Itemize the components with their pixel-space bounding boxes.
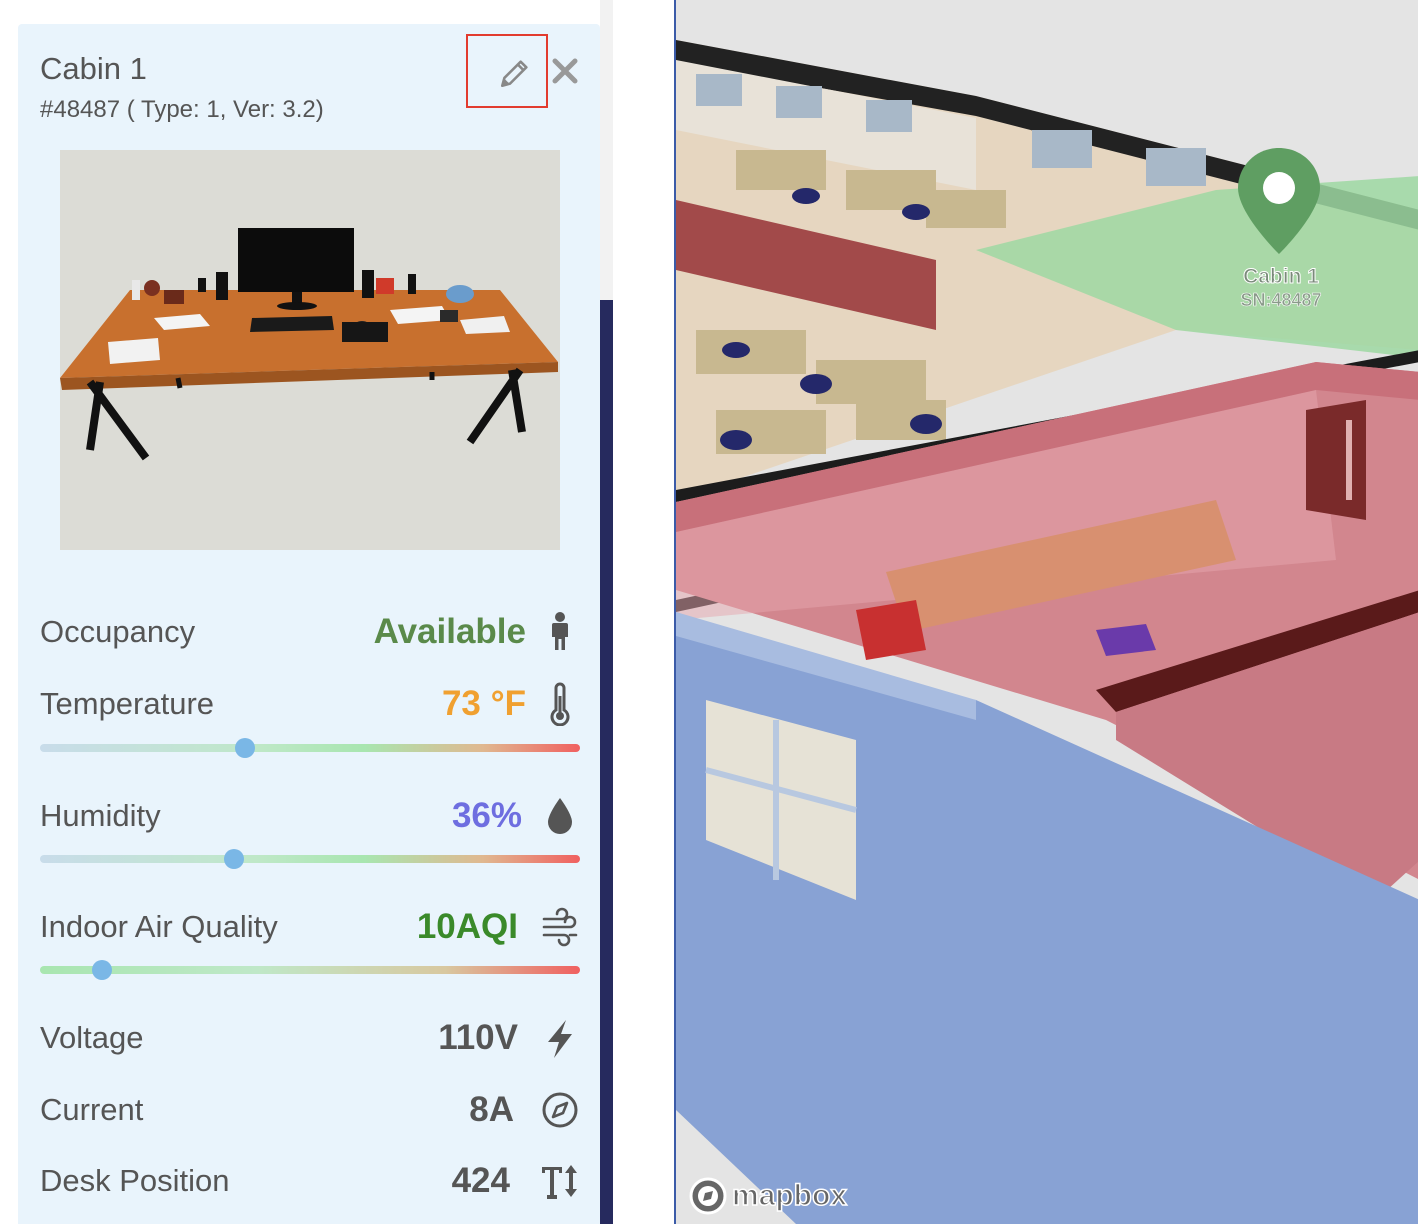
desk-position-row: Desk Position 424 — [40, 1161, 580, 1213]
humidity-slider-thumb[interactable] — [224, 849, 245, 869]
temperature-row: Temperature 73 °F — [40, 682, 580, 736]
compass-icon — [542, 1092, 578, 1128]
desk-position-value: 424 — [451, 1161, 510, 1200]
water-drop-icon — [548, 798, 572, 834]
thermometer-icon — [550, 682, 570, 726]
marker-serial: SN:48487 — [1240, 290, 1322, 311]
air-quality-slider[interactable] — [40, 960, 580, 980]
occupancy-row: Occupancy Available — [40, 612, 580, 664]
desk-position-label: Desk Position — [40, 1163, 230, 1198]
air-quality-slider-thumb[interactable] — [92, 960, 113, 980]
map-pin-icon — [1238, 148, 1320, 254]
marker-label: Cabin 1 — [1243, 265, 1320, 288]
lightning-icon — [548, 1020, 572, 1058]
scrollbar[interactable] — [600, 300, 613, 1224]
wind-icon — [542, 907, 578, 947]
temperature-label: Temperature — [40, 686, 215, 721]
mapbox-logo[interactable]: mapbox — [688, 1176, 848, 1216]
close-button[interactable] — [550, 56, 580, 86]
air-quality-row: Indoor Air Quality 10AQI — [40, 907, 580, 959]
occupancy-value: Available — [373, 612, 526, 651]
occupancy-label: Occupancy — [40, 614, 196, 649]
air-quality-label: Indoor Air Quality — [40, 909, 278, 944]
voltage-label: Voltage — [40, 1020, 144, 1055]
voltage-row: Voltage 110V — [40, 1018, 580, 1070]
person-icon — [552, 612, 568, 650]
pencil-icon — [500, 60, 528, 88]
panel-title: Cabin 1 — [40, 51, 147, 86]
humidity-value: 36% — [451, 796, 522, 835]
voltage-value: 110V — [438, 1018, 518, 1057]
cabin-map-marker[interactable] — [1236, 146, 1322, 256]
text-height-icon — [542, 1165, 577, 1199]
current-row: Current 8A — [40, 1090, 580, 1142]
current-value: 8A — [469, 1090, 514, 1129]
close-icon — [552, 58, 578, 84]
humidity-slider[interactable] — [40, 849, 580, 869]
edit-button[interactable] — [466, 34, 548, 108]
temperature-slider[interactable] — [40, 738, 580, 758]
mapbox-wordmark: mapbox — [731, 1178, 848, 1213]
panel-subtitle: #48487 ( Type: 1, Ver: 3.2) — [40, 96, 324, 123]
panel-divider — [600, 0, 613, 1224]
humidity-label: Humidity — [40, 798, 161, 833]
device-panel: Cabin 1 #48487 ( Type: 1, Ver: 3.2) Occu… — [18, 24, 600, 1224]
temperature-value: 73 °F — [441, 684, 526, 723]
map-view[interactable]: Cabin 1 SN:48487 mapbox — [674, 0, 1418, 1224]
air-quality-value: 10AQI — [416, 907, 518, 946]
humidity-row: Humidity 36% — [40, 796, 580, 848]
mapbox-icon — [689, 1177, 727, 1215]
current-label: Current — [40, 1092, 144, 1127]
desk-image — [60, 150, 560, 550]
temperature-slider-thumb[interactable] — [235, 738, 256, 758]
